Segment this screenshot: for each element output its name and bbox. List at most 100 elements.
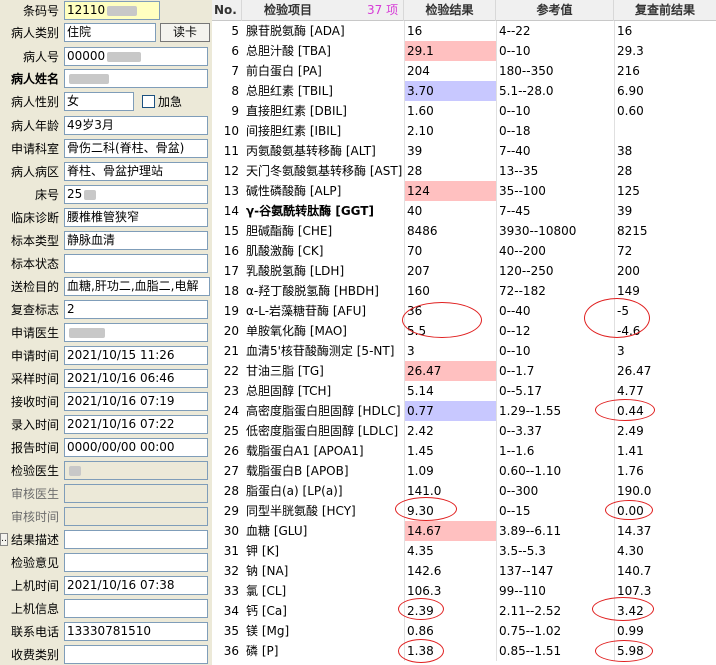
phone-input[interactable]: 13330781510 — [64, 622, 208, 641]
row-result-cell[interactable]: 124 — [404, 181, 496, 201]
table-row[interactable]: 36 磷 [P] 1.38 0.85--1.51 5.98 — [212, 641, 716, 661]
row-result-cell[interactable]: 5.14 — [404, 381, 496, 401]
row-result-cell[interactable]: 26.47 — [404, 361, 496, 381]
table-row[interactable]: 19 α-L-岩藻糖苷酶 [AFU] 36 0--40 -5 — [212, 301, 716, 321]
collect-time-input[interactable]: 2021/10/16 06:46 — [64, 369, 208, 388]
row-result-cell[interactable]: 1.09 — [404, 461, 496, 481]
table-row[interactable]: 15 胆碱酯酶 [CHE] 8486 3930--10800 8215 — [212, 221, 716, 241]
table-row[interactable]: 18 α-羟丁酸脱氢酶 [HBDH] 160 72--182 149 — [212, 281, 716, 301]
row-result-cell[interactable]: 160 — [404, 281, 496, 301]
table-row[interactable]: 28 脂蛋白(a) [LP(a)] 141.0 0--300 190.0 — [212, 481, 716, 501]
table-row[interactable]: 21 血清5'核苷酸酶测定 [5-NT] 3 0--10 3 — [212, 341, 716, 361]
table-row[interactable]: 6 总胆汁酸 [TBA] 29.1 0--10 29.3 — [212, 41, 716, 61]
table-row[interactable]: 14 γ-谷氨酰转肽酶 [GGT] 40 7--45 39 — [212, 201, 716, 221]
table-row[interactable]: 32 钠 [NA] 142.6 137--147 140.7 — [212, 561, 716, 581]
table-row[interactable]: 29 同型半胱氨酸 [HCY] 9.30 0--15 0.00 — [212, 501, 716, 521]
table-row[interactable]: 10 间接胆红素 [IBIL] 2.10 0--18 — [212, 121, 716, 141]
table-row[interactable]: 5 腺苷脱氨酶 [ADA] 16 4--22 16 — [212, 21, 716, 41]
row-result-cell[interactable]: 8486 — [404, 221, 496, 241]
row-result-cell[interactable]: 1.38 — [404, 641, 496, 661]
review-time-input[interactable] — [64, 507, 208, 526]
machine-info-input[interactable] — [64, 599, 208, 618]
row-result-cell[interactable]: 28 — [404, 161, 496, 181]
row-result-cell[interactable]: 36 — [404, 301, 496, 321]
row-result-cell[interactable]: 40 — [404, 201, 496, 221]
table-row[interactable]: 20 单胺氧化酶 [MAO] 5.5 0--12 -4.6 — [212, 321, 716, 341]
table-row[interactable]: 31 钾 [K] 4.35 3.5--5.3 4.30 — [212, 541, 716, 561]
row-result-cell[interactable]: 39 — [404, 141, 496, 161]
row-result-cell[interactable]: 1.60 — [404, 101, 496, 121]
row-result-cell[interactable]: 204 — [404, 61, 496, 81]
row-result-cell[interactable]: 3 — [404, 341, 496, 361]
patient-age-input[interactable]: 49岁3月 — [64, 116, 208, 135]
dept-select[interactable]: 骨伤二科(脊柱、骨盆) — [64, 139, 208, 158]
table-row[interactable]: 33 氯 [CL] 106.3 99--110 107.3 — [212, 581, 716, 601]
row-result-cell[interactable]: 2.10 — [404, 121, 496, 141]
row-result-cell[interactable]: 0.86 — [404, 621, 496, 641]
charge-type-select[interactable] — [64, 645, 208, 664]
test-items-input[interactable]: 血糖,肝功二,血脂二,电解 — [64, 277, 210, 296]
receive-time-input[interactable]: 2021/10/16 07:19 — [64, 392, 208, 411]
report-time-input[interactable]: 0000/00/00 00:00 — [64, 438, 208, 457]
row-result-cell[interactable]: 14.67 — [404, 521, 496, 541]
bed-input[interactable]: 25 — [64, 185, 208, 204]
row-result-cell[interactable]: 3.70 — [404, 81, 496, 101]
row-result-cell[interactable]: 70 — [404, 241, 496, 261]
row-result-cell[interactable]: 16 — [404, 21, 496, 41]
table-row[interactable]: 24 高密度脂蛋白胆固醇 [HDLC] 0.77 1.29--1.55 0.44 — [212, 401, 716, 421]
patient-sex-select[interactable]: 女 — [64, 92, 134, 111]
table-row[interactable]: 34 钙 [Ca] 2.39 2.11--2.52 3.42 — [212, 601, 716, 621]
table-row[interactable]: 22 甘油三脂 [TG] 26.47 0--1.7 26.47 — [212, 361, 716, 381]
row-result-cell[interactable]: 0.77 — [404, 401, 496, 421]
table-row[interactable]: 17 乳酸脱氢酶 [LDH] 207 120--250 200 — [212, 261, 716, 281]
col-prev-header[interactable]: 复查前结果 — [614, 0, 716, 21]
patient-type-select[interactable]: 住院 — [64, 23, 156, 42]
result-desc-input[interactable] — [64, 530, 208, 549]
table-row[interactable]: 12 天门冬氨酸氨基转移酶 [AST] 28 13--35 28 — [212, 161, 716, 181]
table-row[interactable]: 25 低密度脂蛋白胆固醇 [LDLC] 2.42 0--3.37 2.49 — [212, 421, 716, 441]
entry-time-input[interactable]: 2021/10/16 07:22 — [64, 415, 208, 434]
diagnosis-input[interactable]: 腰椎椎管狭窄 — [64, 208, 208, 227]
col-no-header[interactable]: No. — [212, 0, 242, 21]
row-result-cell[interactable]: 5.5 — [404, 321, 496, 341]
table-row[interactable]: 26 载脂蛋白A1 [APOA1] 1.45 1--1.6 1.41 — [212, 441, 716, 461]
table-row[interactable]: 8 总胆红素 [TBIL] 3.70 5.1--28.0 6.90 — [212, 81, 716, 101]
patient-no-input[interactable]: 00000 — [64, 47, 208, 66]
urgent-checkbox[interactable] — [142, 95, 155, 108]
recheck-input[interactable]: 2 — [64, 300, 208, 319]
row-result-cell[interactable]: 141.0 — [404, 481, 496, 501]
row-result-cell[interactable]: 2.39 — [404, 601, 496, 621]
table-row[interactable]: 11 丙氨酸氨基转移酶 [ALT] 39 7--40 38 — [212, 141, 716, 161]
table-row[interactable]: 35 镁 [Mg] 0.86 0.75--1.02 0.99 — [212, 621, 716, 641]
row-result-cell[interactable]: 106.3 — [404, 581, 496, 601]
col-ref-header[interactable]: 参考值 — [496, 0, 614, 21]
table-row[interactable]: 7 前白蛋白 [PA] 204 180--350 216 — [212, 61, 716, 81]
table-row[interactable]: 30 血糖 [GLU] 14.67 3.89--6.11 14.37 — [212, 521, 716, 541]
requesting-doctor-input[interactable] — [64, 323, 208, 342]
read-card-button[interactable]: 读卡 — [160, 23, 210, 42]
col-result-header[interactable]: 检验结果 — [404, 0, 496, 21]
table-row[interactable]: 9 直接胆红素 [DBIL] 1.60 0--10 0.60 — [212, 101, 716, 121]
review-doctor-input[interactable] — [64, 484, 208, 503]
machine-time-input[interactable]: 2021/10/16 07:38 — [64, 576, 208, 595]
patient-name-input[interactable] — [64, 69, 208, 88]
row-result-cell[interactable]: 207 — [404, 261, 496, 281]
table-row[interactable]: 27 载脂蛋白B [APOB] 1.09 0.60--1.10 1.76 — [212, 461, 716, 481]
table-row[interactable]: 16 肌酸激酶 [CK] 70 40--200 72 — [212, 241, 716, 261]
row-result-cell[interactable]: 142.6 — [404, 561, 496, 581]
row-result-cell[interactable]: 4.35 — [404, 541, 496, 561]
row-result-cell[interactable]: 2.42 — [404, 421, 496, 441]
test-doctor-input[interactable] — [64, 461, 208, 480]
row-result-cell[interactable]: 9.30 — [404, 501, 496, 521]
ward-select[interactable]: 脊柱、骨盆护理站 — [64, 162, 208, 181]
barcode-input[interactable]: 12110 — [64, 1, 160, 20]
row-result-cell[interactable]: 29.1 — [404, 41, 496, 61]
request-time-input[interactable]: 2021/10/15 11:26 — [64, 346, 208, 365]
specimen-select[interactable]: 静脉血清 — [64, 231, 208, 250]
diagnosis-row: 临床诊断 腰椎椎管狭窄 — [0, 208, 210, 228]
table-row[interactable]: 23 总胆固醇 [TCH] 5.14 0--5.17 4.77 — [212, 381, 716, 401]
table-row[interactable]: 13 碱性磷酸酶 [ALP] 124 35--100 125 — [212, 181, 716, 201]
row-result-cell[interactable]: 1.45 — [404, 441, 496, 461]
opinion-input[interactable] — [64, 553, 208, 572]
specimen-status-input[interactable] — [64, 254, 208, 273]
